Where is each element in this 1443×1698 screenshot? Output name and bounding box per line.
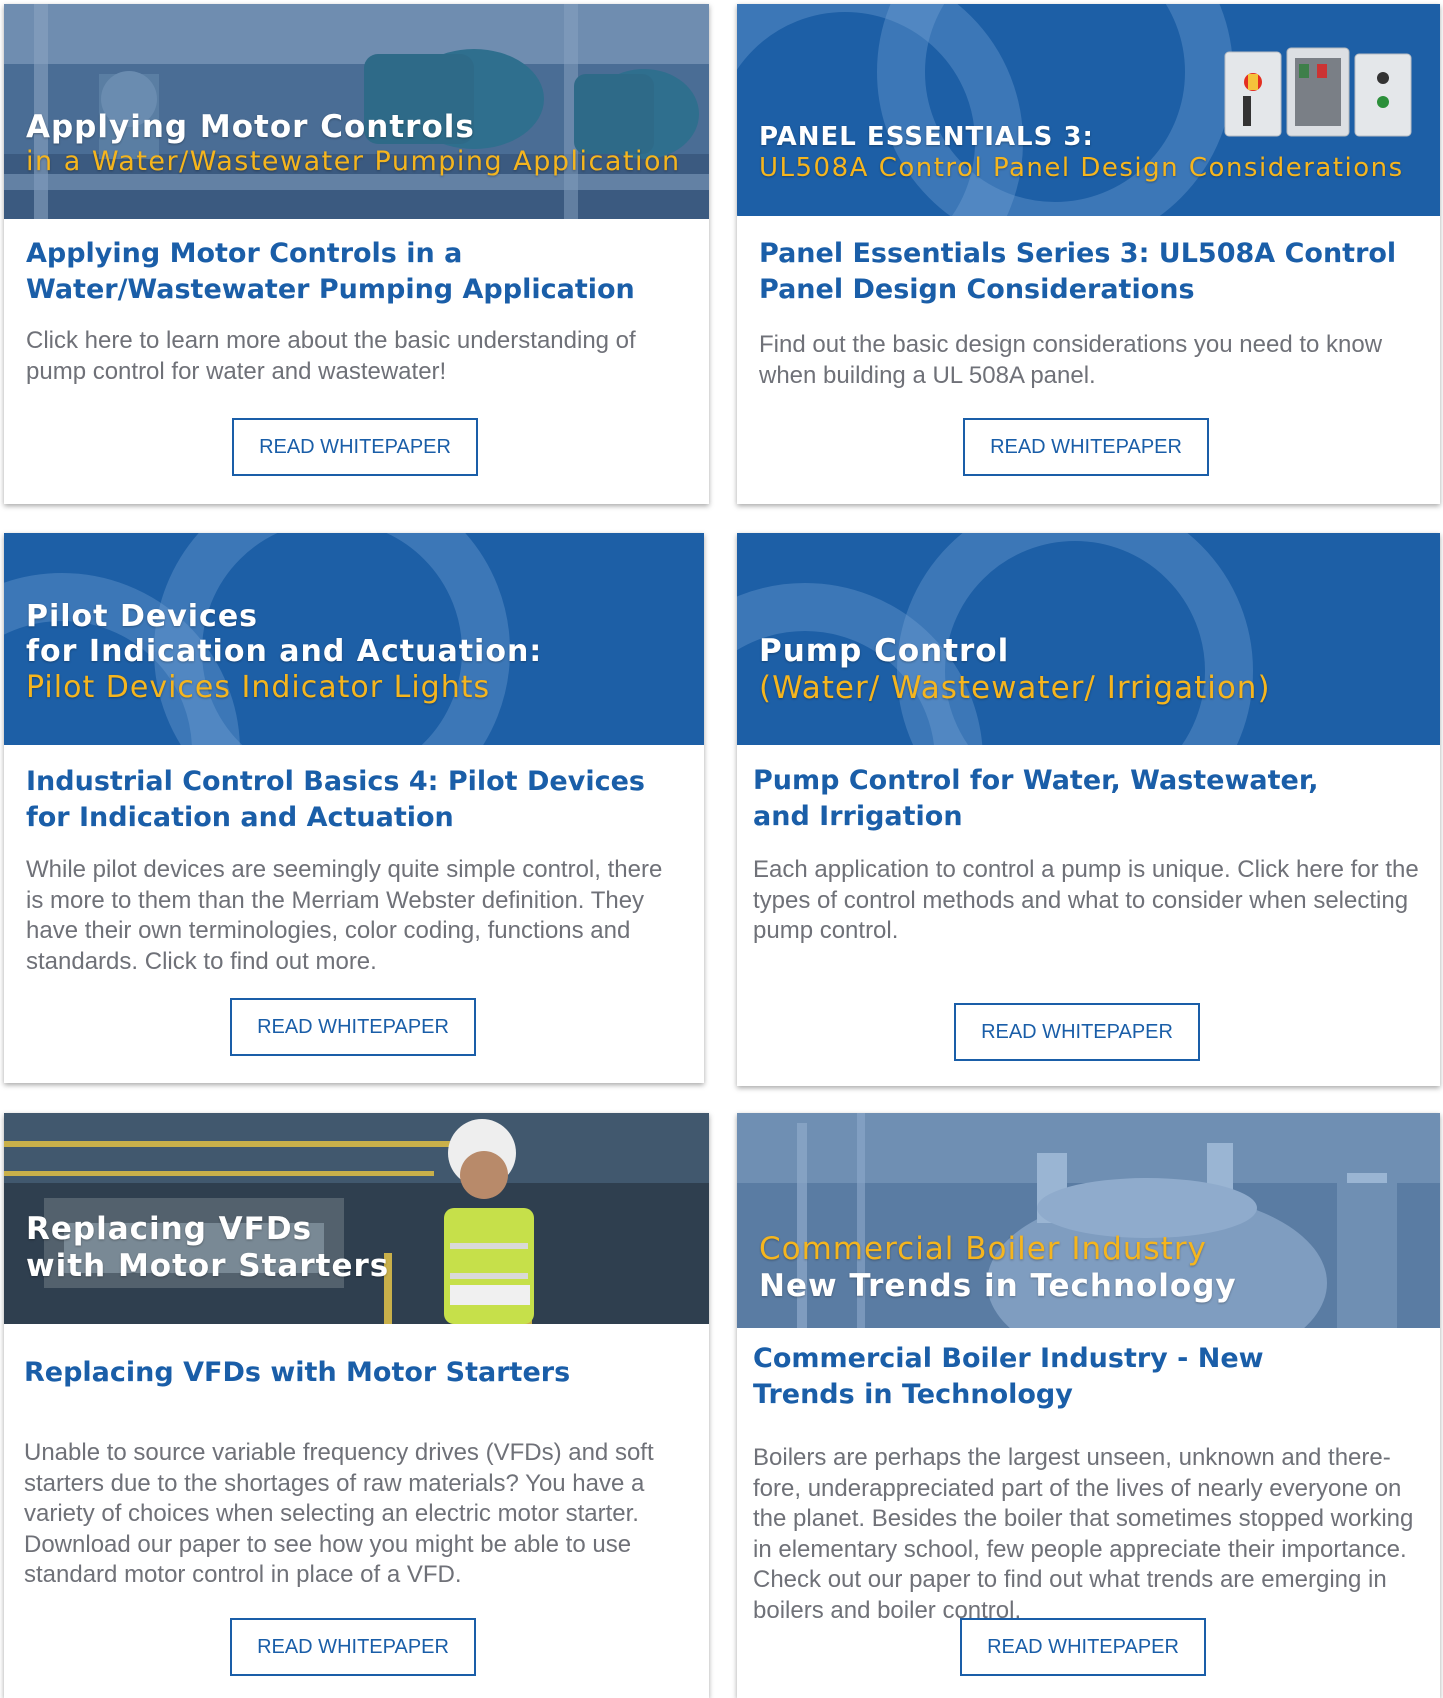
card-description: Unable to source variable frequency driv… xyxy=(24,1439,654,1588)
card-title[interactable]: Panel Essentials Series 3: UL508A Contro… xyxy=(759,236,1410,308)
card-title[interactable]: Applying Motor Controls in a Water/Waste… xyxy=(26,236,679,308)
whitepaper-card-commercial-boiler: Commercial Boiler Industry New Trends in… xyxy=(737,1113,1440,1698)
card-banner-image[interactable]: Pump Control (Water/ Wastewater/ Irrigat… xyxy=(737,533,1440,745)
read-whitepaper-button[interactable]: READ WHITEPAPER xyxy=(954,1003,1200,1061)
read-whitepaper-button[interactable]: READ WHITEPAPER xyxy=(960,1618,1206,1676)
whitepaper-card-pump-control: Pump Control (Water/ Wastewater/ Irrigat… xyxy=(737,533,1440,1086)
read-whitepaper-button[interactable]: READ WHITEPAPER xyxy=(232,418,478,476)
card-title[interactable]: Commercial Boiler Industry - New Trends … xyxy=(753,1341,1360,1413)
card-description: Click here to learn more about the basic… xyxy=(26,327,636,385)
read-whitepaper-button[interactable]: READ WHITEPAPER xyxy=(230,1618,476,1676)
control-panel-enclosures-image xyxy=(1224,47,1412,137)
whitepaper-card-motor-controls: Applying Motor Controls in a Water/Waste… xyxy=(4,4,709,504)
card-title[interactable]: Industrial Control Basics 4: Pilot Devic… xyxy=(26,764,654,836)
whitepaper-card-pilot-devices: Pilot Devices for Indication and Actuati… xyxy=(4,533,704,1083)
card-banner-image[interactable]: Applying Motor Controls in a Water/Waste… xyxy=(4,4,709,219)
banner-title: Applying Motor Controls in a Water/Waste… xyxy=(26,109,681,177)
whitepaper-card-replacing-vfds: Replacing VFDs with Motor Starters Repla… xyxy=(4,1113,709,1698)
whitepaper-card-panel-essentials: PANEL ESSENTIALS 3: UL508A Control Panel… xyxy=(737,4,1440,504)
banner-title: Commercial Boiler Industry New Trends in… xyxy=(759,1231,1237,1304)
read-whitepaper-button[interactable]: READ WHITEPAPER xyxy=(230,998,476,1056)
card-description: While pilot devices are seemingly quite … xyxy=(26,856,663,975)
card-banner-image[interactable]: PANEL ESSENTIALS 3: UL508A Control Panel… xyxy=(737,4,1440,216)
card-description: Boilers are perhaps the largest unseen, … xyxy=(753,1444,1414,1624)
card-title[interactable]: Pump Control for Water, Wastewater, and … xyxy=(753,763,1320,835)
card-banner-image[interactable]: Pilot Devices for Indication and Actuati… xyxy=(4,533,704,745)
read-whitepaper-button[interactable]: READ WHITEPAPER xyxy=(963,418,1209,476)
card-description: Each application to control a pump is un… xyxy=(753,856,1419,944)
banner-title: Pilot Devices for Indication and Actuati… xyxy=(26,599,543,705)
card-banner-image[interactable]: Commercial Boiler Industry New Trends in… xyxy=(737,1113,1440,1328)
card-title[interactable]: Replacing VFDs with Motor Starters xyxy=(24,1355,679,1391)
banner-title: Replacing VFDs with Motor Starters xyxy=(26,1211,390,1284)
banner-title: Pump Control (Water/ Wastewater/ Irrigat… xyxy=(759,633,1271,706)
card-description: Find out the basic design considerations… xyxy=(759,331,1383,389)
card-banner-image[interactable]: Replacing VFDs with Motor Starters xyxy=(4,1113,709,1324)
banner-title: PANEL ESSENTIALS 3: UL508A Control Panel… xyxy=(759,122,1404,183)
